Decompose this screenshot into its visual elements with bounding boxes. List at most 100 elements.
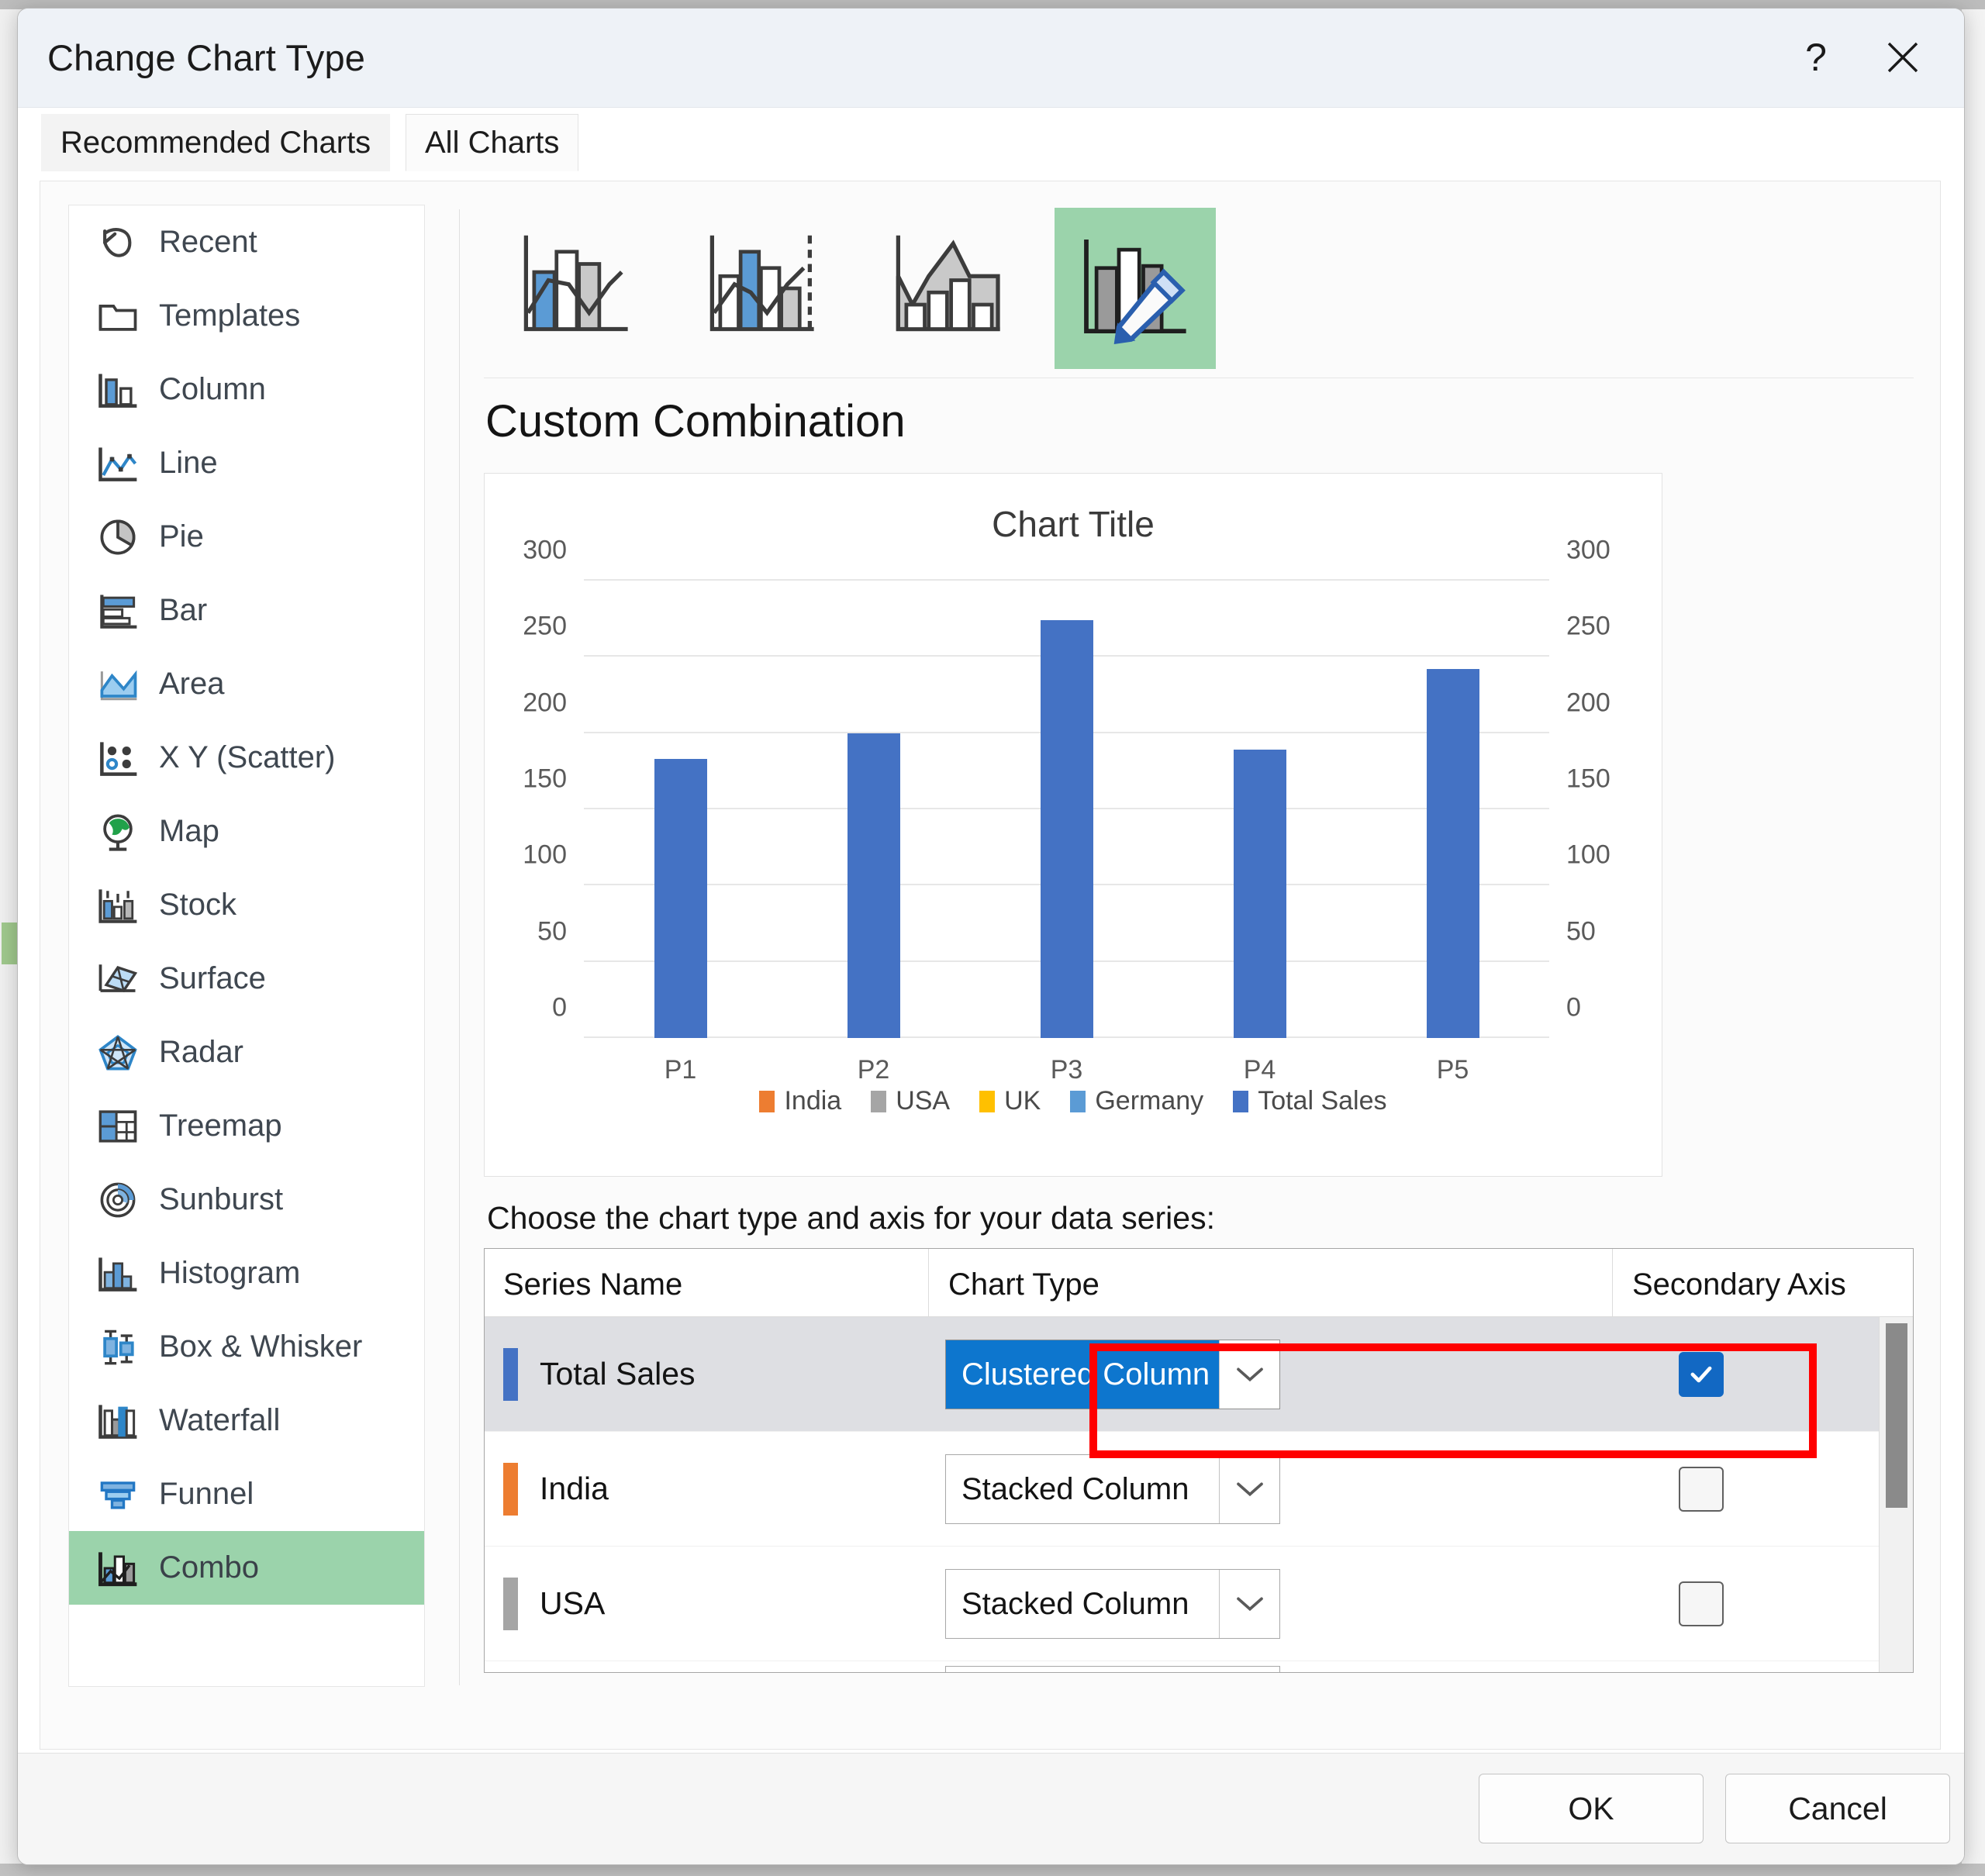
sidebar-item-sunburst[interactable]: Sunburst: [69, 1163, 424, 1236]
chart-type-dropdown-usa[interactable]: Stacked Column: [945, 1569, 1280, 1639]
sidebar-item-label: Radar: [159, 1035, 243, 1069]
series-color-swatch: [503, 1462, 518, 1516]
table-row[interactable]: India Stacked Column: [485, 1432, 1913, 1547]
sidebar-item-label: Stock: [159, 888, 237, 922]
chevron-down-icon[interactable]: [1219, 1455, 1279, 1523]
sidebar-item-recent[interactable]: Recent: [69, 205, 424, 279]
bar-total-sales-p2: [847, 733, 900, 1038]
sidebar-divider: [459, 209, 460, 1685]
secondary-axis-checkbox-total-sales[interactable]: [1679, 1351, 1724, 1397]
secondary-y-axis-tick-label: 150: [1566, 764, 1610, 794]
chart-category-list[interactable]: Recent Templates Column Line Pie Bar Are…: [68, 205, 425, 1687]
legend-swatch: [871, 1090, 887, 1112]
sidebar-item-line[interactable]: Line: [69, 426, 424, 500]
table-row-partial[interactable]: [485, 1661, 1913, 1672]
sidebar-item-area[interactable]: Area: [69, 647, 424, 721]
sunburst-chart-icon: [85, 1172, 151, 1228]
pie-chart-icon: [85, 509, 151, 565]
column-header-series-name: Series Name: [503, 1267, 683, 1302]
secondary-y-axis-tick-label: 50: [1566, 916, 1596, 947]
sidebar-item-label: Box & Whisker: [159, 1329, 363, 1364]
close-icon[interactable]: [1869, 26, 1936, 89]
templates-folder-icon: [85, 288, 151, 344]
background-bottom-bar: [0, 1864, 1985, 1876]
sidebar-item-waterfall[interactable]: Waterfall: [69, 1384, 424, 1457]
sidebar-item-funnel[interactable]: Funnel: [69, 1457, 424, 1531]
chevron-down-icon[interactable]: [1219, 1340, 1279, 1409]
secondary-y-axis-tick-label: 200: [1566, 688, 1610, 718]
help-icon[interactable]: ?: [1783, 26, 1849, 89]
legend-label: USA: [896, 1086, 951, 1116]
sidebar-item-label: X Y (Scatter): [159, 740, 336, 774]
y-axis-tick-label: 0: [552, 992, 567, 1022]
sidebar-item-xy-scatter[interactable]: X Y (Scatter): [69, 721, 424, 795]
secondary-axis-checkbox-usa[interactable]: [1679, 1581, 1724, 1626]
stock-chart-icon: [85, 878, 151, 933]
series-name-cell: Total Sales: [503, 1317, 696, 1431]
sidebar-item-label: Sunburst: [159, 1182, 284, 1216]
table-row[interactable]: Total Sales Clustered Column: [485, 1317, 1913, 1432]
sidebar-item-treemap[interactable]: Treemap: [69, 1089, 424, 1163]
chart-legend: India USA UK Germany Total Sales: [485, 1086, 1662, 1116]
scatter-chart-icon: [85, 730, 151, 786]
radar-chart-icon: [85, 1025, 151, 1081]
secondary-axis-checkbox-india[interactable]: [1679, 1466, 1724, 1512]
thumbnail-clustered-column-line[interactable]: [496, 208, 658, 369]
legend-item-germany: Germany: [1070, 1086, 1203, 1116]
thumbnail-stacked-area-clustered-column[interactable]: [868, 208, 1030, 369]
secondary-y-axis-tick-label: 300: [1566, 535, 1610, 565]
dialog-tabstrip: Recommended Charts All Charts: [18, 108, 1964, 173]
y-axis-tick-label: 100: [523, 840, 567, 870]
sidebar-item-map[interactable]: Map: [69, 795, 424, 868]
thumbnail-clustered-column-line-secondary-axis[interactable]: [682, 208, 844, 369]
y-axis-tick-label: 200: [523, 688, 567, 718]
sidebar-item-pie[interactable]: Pie: [69, 500, 424, 574]
secondary-axis-cell: [1612, 1547, 1790, 1660]
cancel-button[interactable]: Cancel: [1725, 1774, 1950, 1843]
bar-chart-icon: [85, 583, 151, 639]
chart-type-dropdown-partial[interactable]: [945, 1666, 1280, 1672]
chart-type-dropdown-india[interactable]: Stacked Column: [945, 1454, 1280, 1524]
waterfall-chart-icon: [85, 1393, 151, 1449]
series-prompt-label: Choose the chart type and axis for your …: [487, 1200, 1215, 1236]
recent-icon: [85, 215, 151, 271]
sidebar-item-histogram[interactable]: Histogram: [69, 1236, 424, 1310]
dialog-title: Change Chart Type: [47, 37, 366, 78]
sidebar-item-bar[interactable]: Bar: [69, 574, 424, 647]
series-color-swatch: [503, 1347, 518, 1401]
legend-label: India: [784, 1086, 842, 1116]
legend-item-usa: USA: [871, 1086, 950, 1116]
legend-item-total-sales: Total Sales: [1233, 1086, 1387, 1116]
combo-heading: Custom Combination: [485, 396, 906, 447]
change-chart-type-dialog: Change Chart Type ? Recommended Charts A…: [17, 8, 1965, 1865]
sidebar-item-box-whisker[interactable]: Box & Whisker: [69, 1310, 424, 1384]
thumbnail-custom-combination[interactable]: [1055, 208, 1216, 369]
combo-chart-icon: [85, 1540, 151, 1596]
sidebar-item-column[interactable]: Column: [69, 353, 424, 426]
sidebar-item-stock[interactable]: Stock: [69, 868, 424, 942]
sidebar-item-label: Histogram: [159, 1256, 301, 1290]
sidebar-item-templates[interactable]: Templates: [69, 279, 424, 353]
tab-recommended-charts[interactable]: Recommended Charts: [41, 114, 391, 171]
legend-swatch: [979, 1090, 996, 1112]
table-scrollbar[interactable]: [1879, 1317, 1913, 1672]
sidebar-item-surface[interactable]: Surface: [69, 942, 424, 1016]
table-row[interactable]: USA Stacked Column: [485, 1547, 1913, 1661]
table-scrollbar-thumb[interactable]: [1886, 1323, 1907, 1508]
chart-type-value: Stacked Column: [961, 1586, 1189, 1621]
sidebar-item-radar[interactable]: Radar: [69, 1016, 424, 1089]
chart-preview: Chart Title 300 250 200 150 100 50 0 300…: [484, 473, 1662, 1177]
column-header-secondary-axis: Secondary Axis: [1632, 1267, 1846, 1302]
tab-all-charts[interactable]: All Charts: [406, 114, 579, 171]
secondary-y-axis-tick-label: 100: [1566, 840, 1610, 870]
legend-swatch: [1070, 1090, 1086, 1112]
sidebar-item-label: Pie: [159, 519, 204, 553]
sidebar-item-combo[interactable]: Combo: [69, 1531, 424, 1605]
series-name-label: India: [540, 1471, 609, 1506]
secondary-y-axis-tick-label: 0: [1566, 992, 1581, 1022]
chart-type-dropdown-total-sales[interactable]: Clustered Column: [945, 1340, 1280, 1409]
dialog-body: Recent Templates Column Line Pie Bar Are…: [40, 181, 1941, 1750]
ok-button[interactable]: OK: [1479, 1774, 1704, 1843]
column-header-chart-type: Chart Type: [948, 1267, 1100, 1302]
chevron-down-icon[interactable]: [1219, 1570, 1279, 1638]
